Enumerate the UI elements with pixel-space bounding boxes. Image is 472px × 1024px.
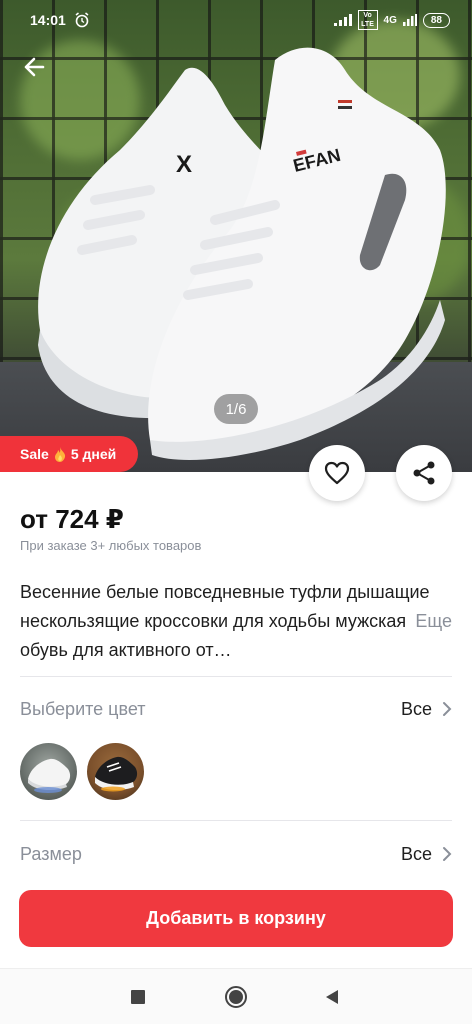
gallery-counter: 1/6 [214,394,258,424]
price-note: При заказе 3+ любых товаров [20,538,202,553]
network-type: 4G [383,14,397,26]
read-more-link[interactable]: Еще [415,607,452,636]
white-sneaker-thumbnail [28,758,71,793]
status-time: 14:01 [30,12,66,28]
color-swatches [20,743,144,800]
sale-label: Sale [20,446,49,462]
battery-indicator: 88 [422,12,450,28]
circle-icon [225,986,247,1008]
chevron-right-icon [443,702,452,716]
signal-icon-2 [402,14,417,26]
system-back-button[interactable] [318,983,346,1011]
square-icon [131,990,145,1004]
color-swatch-black[interactable] [87,743,144,800]
status-bar: 14:01 Vo LTE 4G 88 [0,0,472,40]
color-swatch-white[interactable] [20,743,77,800]
size-selector[interactable]: Размер Все [20,839,452,869]
back-button[interactable] [18,50,52,84]
add-to-cart-button[interactable]: Добавить в корзину [19,890,453,947]
chevron-right-icon [443,847,452,861]
product-price: от 724 ₽ [20,504,124,534]
volte-badge: Vo LTE [357,10,378,30]
svg-text:X: X [176,151,192,178]
sale-days: 5 дней [70,446,117,462]
system-navigation-bar [0,968,472,1024]
triangle-back-icon [326,990,338,1004]
description-text: Весенние белые повседневные туфли дышащи… [20,582,430,660]
color-selector-label: Выберите цвет [20,698,146,719]
black-sneaker-thumbnail [95,756,138,792]
favorite-button[interactable] [309,445,365,501]
signal-icon [333,14,352,26]
recent-apps-button[interactable] [124,983,152,1011]
size-selector-label: Размер [20,843,82,864]
sale-badge: Sale 5 дней [0,436,139,472]
share-button[interactable] [396,445,452,501]
home-button[interactable] [222,983,250,1011]
color-selector[interactable]: Выберите цвет Все [20,694,452,724]
heart-icon [324,461,350,485]
divider [20,820,452,821]
size-selector-value: Все [400,843,432,864]
divider [20,676,452,677]
color-selector-value: Все [400,698,432,719]
fire-icon [54,446,65,462]
product-description: Весенние белые повседневные туфли дышащи… [20,578,452,665]
arrow-left-icon [24,57,45,77]
alarm-icon [75,12,89,28]
share-icon [413,461,435,485]
